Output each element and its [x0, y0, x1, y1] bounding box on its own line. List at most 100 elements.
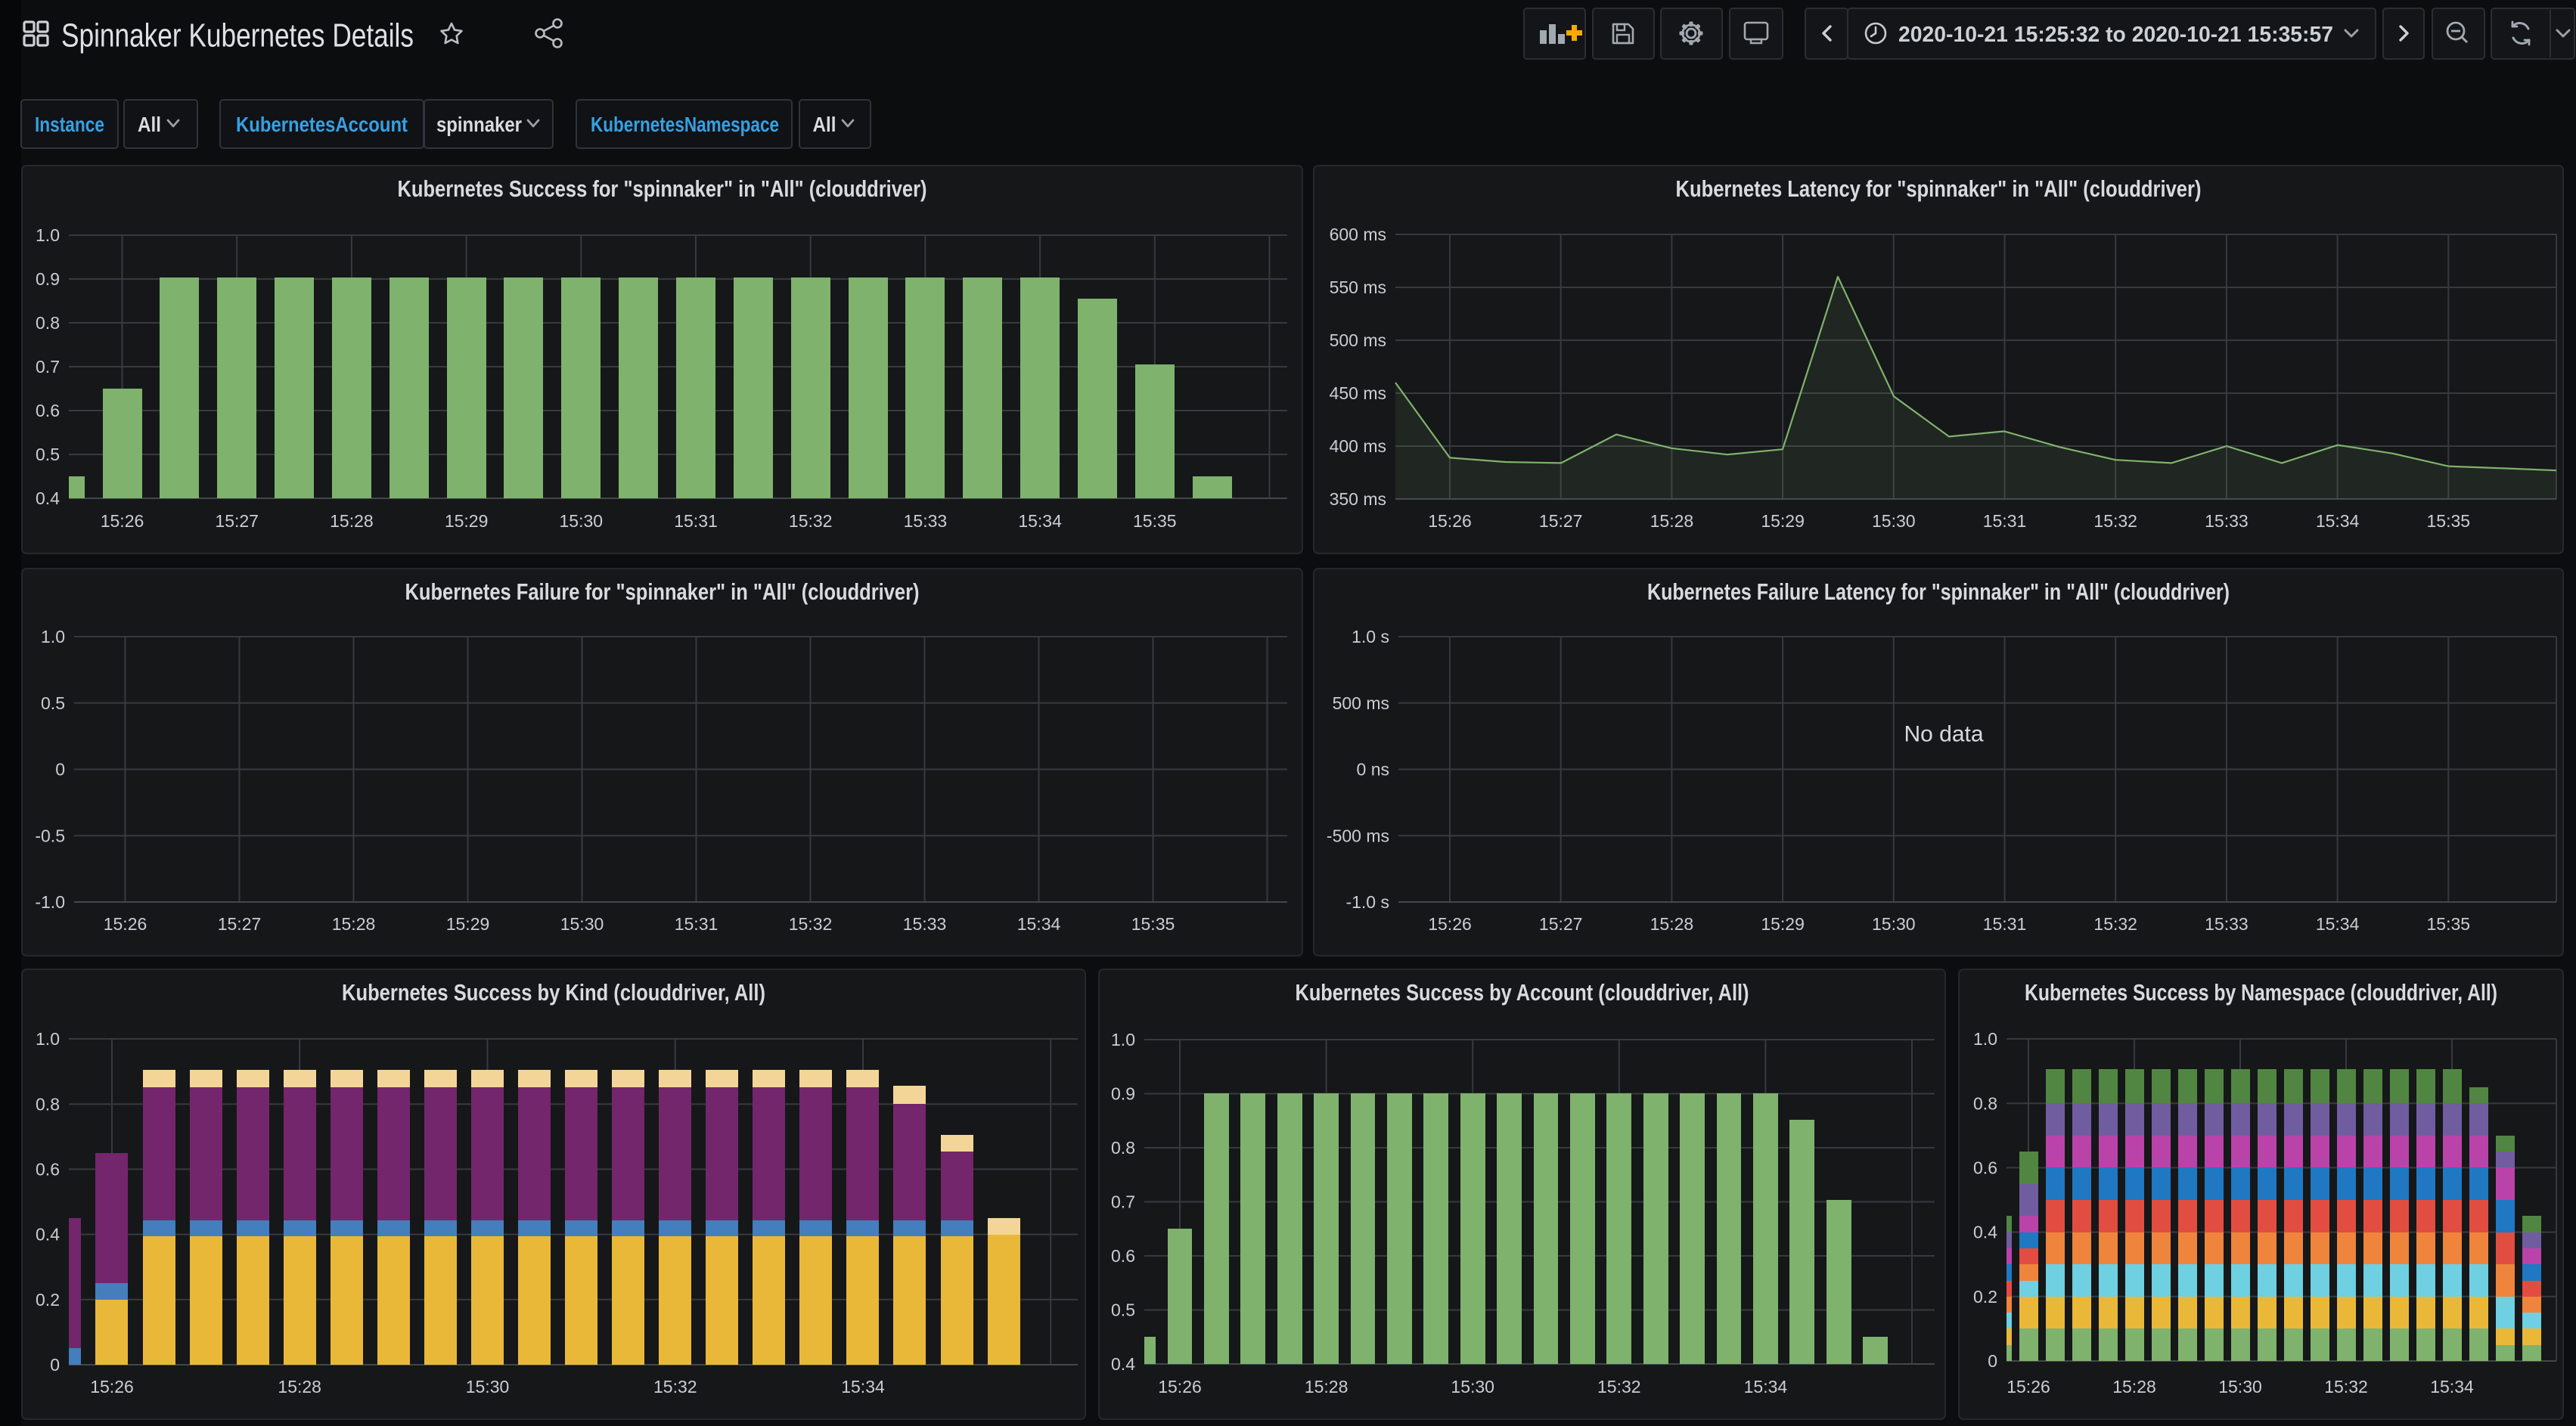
svg-text:15:26: 15:26 [104, 914, 147, 934]
svg-text:Kubernetes Success for "spinna: Kubernetes Success for "spinnaker" in "A… [398, 175, 927, 202]
svg-text:15:35: 15:35 [2427, 511, 2471, 531]
svg-text:-500 ms: -500 ms [1327, 826, 1389, 845]
svg-text:15:34: 15:34 [841, 1377, 885, 1397]
svg-text:0.8: 0.8 [36, 1094, 60, 1114]
svg-text:15:34: 15:34 [1017, 914, 1061, 934]
svg-text:No data: No data [1904, 722, 1983, 747]
svg-text:15:30: 15:30 [560, 511, 604, 531]
svg-text:15:30: 15:30 [1872, 511, 1916, 531]
svg-text:0.6: 0.6 [36, 1159, 60, 1179]
svg-text:15:34: 15:34 [2316, 914, 2360, 934]
svg-text:15:34: 15:34 [1018, 511, 1062, 531]
svg-text:15:34: 15:34 [1744, 1377, 1788, 1397]
svg-text:0.6: 0.6 [1973, 1158, 1997, 1177]
svg-text:15:28: 15:28 [1650, 914, 1694, 934]
svg-text:1.0: 1.0 [1111, 1030, 1135, 1049]
svg-text:0: 0 [1988, 1351, 1997, 1371]
svg-text:Kubernetes Success by Kind (cl: Kubernetes Success by Kind (clouddriver,… [342, 979, 765, 1006]
svg-text:15:28: 15:28 [330, 511, 374, 531]
svg-text:spinnaker: spinnaker [436, 113, 522, 136]
svg-text:15:31: 15:31 [674, 511, 718, 531]
svg-text:Spinnaker Kubernetes Details: Spinnaker Kubernetes Details [61, 17, 414, 54]
svg-text:0.5: 0.5 [36, 445, 60, 464]
svg-text:15:35: 15:35 [2427, 914, 2471, 934]
svg-text:15:26: 15:26 [2006, 1377, 2050, 1397]
svg-text:0.8: 0.8 [36, 313, 60, 333]
svg-text:15:31: 15:31 [1983, 914, 2027, 934]
svg-text:15:27: 15:27 [218, 914, 262, 934]
svg-text:15:33: 15:33 [2205, 914, 2249, 934]
svg-text:0.8: 0.8 [1111, 1138, 1135, 1158]
svg-text:15:34: 15:34 [2430, 1377, 2474, 1397]
svg-text:15:29: 15:29 [445, 511, 489, 531]
svg-text:15:28: 15:28 [2112, 1377, 2156, 1397]
svg-text:0.4: 0.4 [1973, 1223, 1997, 1242]
svg-text:2020-10-21 15:25:32 to 2020-10: 2020-10-21 15:25:32 to 2020-10-21 15:35:… [1898, 23, 2333, 47]
svg-text:1.0 s: 1.0 s [1352, 627, 1389, 646]
svg-text:Kubernetes Success by Namespac: Kubernetes Success by Namespace (clouddr… [2025, 979, 2497, 1006]
svg-text:15:30: 15:30 [2218, 1377, 2262, 1397]
svg-text:1.0: 1.0 [36, 225, 60, 245]
svg-text:15:28: 15:28 [278, 1377, 321, 1397]
svg-text:15:30: 15:30 [466, 1377, 510, 1397]
svg-text:15:30: 15:30 [1872, 914, 1916, 934]
svg-text:15:26: 15:26 [1428, 914, 1472, 934]
svg-text:0.6: 0.6 [1111, 1246, 1135, 1266]
svg-text:0.9: 0.9 [36, 269, 60, 289]
svg-text:1.0: 1.0 [41, 627, 65, 646]
svg-text:15:32: 15:32 [1597, 1377, 1641, 1397]
svg-text:15:28: 15:28 [1650, 511, 1694, 531]
svg-text:0.4: 0.4 [36, 488, 60, 508]
svg-text:15:27: 15:27 [1539, 511, 1583, 531]
svg-text:1.0: 1.0 [1973, 1029, 1997, 1049]
svg-text:15:33: 15:33 [903, 914, 947, 934]
svg-text:15:27: 15:27 [215, 511, 259, 531]
svg-text:15:27: 15:27 [1539, 914, 1583, 934]
svg-text:Kubernetes Success by Account: Kubernetes Success by Account (clouddriv… [1296, 979, 1749, 1006]
svg-text:KubernetesNamespace: KubernetesNamespace [591, 113, 779, 136]
svg-text:15:33: 15:33 [2205, 511, 2249, 531]
svg-text:15:30: 15:30 [1451, 1377, 1494, 1397]
svg-text:Kubernetes Failure Latency for: Kubernetes Failure Latency for "spinnake… [1647, 578, 2230, 605]
svg-text:Kubernetes Failure for "spinna: Kubernetes Failure for "spinnaker" in "A… [405, 578, 920, 605]
svg-text:15:30: 15:30 [560, 914, 604, 934]
svg-text:0.2: 0.2 [1973, 1287, 1997, 1307]
svg-text:15:32: 15:32 [789, 511, 833, 531]
svg-text:KubernetesAccount: KubernetesAccount [236, 113, 408, 136]
svg-text:400 ms: 400 ms [1330, 436, 1386, 456]
svg-text:15:34: 15:34 [2316, 511, 2360, 531]
svg-text:0.4: 0.4 [1111, 1354, 1135, 1374]
svg-text:15:32: 15:32 [653, 1377, 697, 1397]
svg-text:All: All [138, 113, 161, 136]
svg-text:0.5: 0.5 [41, 693, 65, 713]
svg-text:All: All [813, 113, 836, 136]
svg-text:15:35: 15:35 [1131, 914, 1175, 934]
svg-text:15:33: 15:33 [904, 511, 948, 531]
svg-text:15:26: 15:26 [90, 1377, 134, 1397]
svg-text:15:26: 15:26 [1158, 1377, 1202, 1397]
svg-text:-0.5: -0.5 [35, 826, 65, 845]
svg-text:15:26: 15:26 [1428, 511, 1472, 531]
svg-text:-1.0 s: -1.0 s [1345, 892, 1389, 912]
svg-text:15:35: 15:35 [1133, 511, 1177, 531]
svg-text:15:32: 15:32 [789, 914, 833, 934]
svg-text:Kubernetes Latency for "spinna: Kubernetes Latency for "spinnaker" in "A… [1676, 175, 2202, 202]
svg-text:15:32: 15:32 [2093, 914, 2137, 934]
svg-text:1.0: 1.0 [36, 1029, 60, 1049]
svg-text:0 ns: 0 ns [1357, 760, 1389, 780]
svg-text:0.4: 0.4 [36, 1225, 60, 1245]
svg-text:15:26: 15:26 [101, 511, 144, 531]
svg-text:500 ms: 500 ms [1333, 693, 1389, 713]
svg-text:15:28: 15:28 [1305, 1377, 1349, 1397]
svg-text:0: 0 [50, 1355, 60, 1375]
svg-text:600 ms: 600 ms [1330, 225, 1386, 244]
svg-text:0.9: 0.9 [1111, 1084, 1135, 1104]
svg-text:350 ms: 350 ms [1330, 489, 1386, 509]
svg-text:0.2: 0.2 [36, 1290, 60, 1310]
svg-text:-1.0: -1.0 [35, 892, 65, 912]
svg-text:15:32: 15:32 [2324, 1377, 2368, 1397]
svg-text:15:31: 15:31 [1983, 511, 2027, 531]
svg-text:15:29: 15:29 [1761, 914, 1805, 934]
svg-text:500 ms: 500 ms [1330, 330, 1386, 350]
svg-text:550 ms: 550 ms [1330, 277, 1386, 297]
